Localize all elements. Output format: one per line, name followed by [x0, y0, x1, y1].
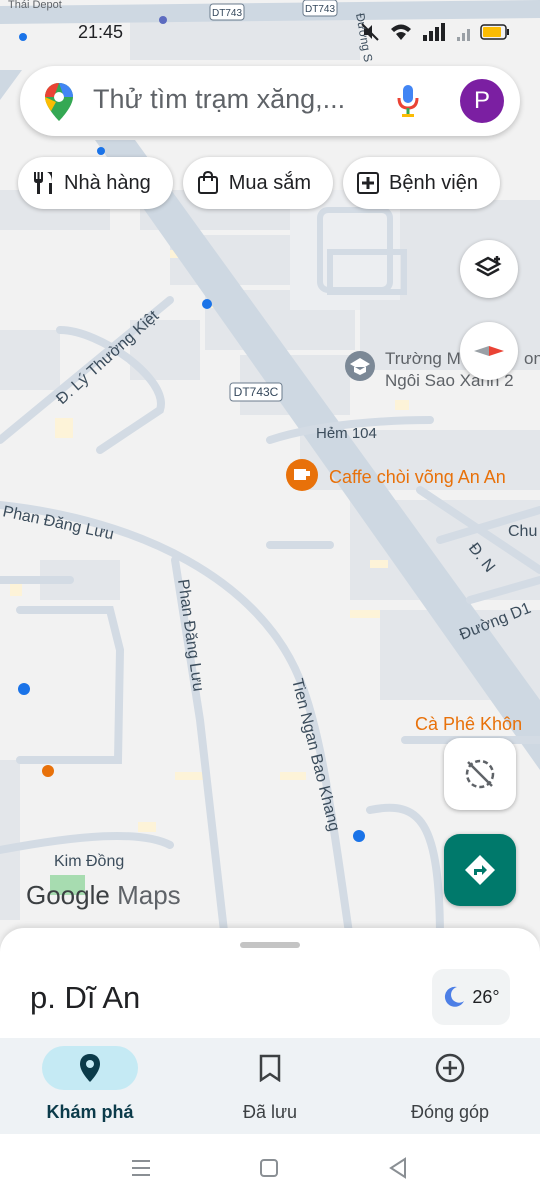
category-chips: Nhà hàng Mua sắm Bệnh viện: [18, 157, 500, 209]
bookmark-icon: [259, 1054, 281, 1082]
microphone-icon[interactable]: [396, 84, 420, 118]
chip-label: Bệnh viện: [389, 171, 478, 194]
system-navigation-bar: [0, 1140, 540, 1200]
maps-screen: DT743 DT743 Thái Depot DT743C Đ. Lý Thườ…: [0, 0, 540, 1200]
route-shield-dt743c: DT743C: [229, 382, 283, 402]
wifi-icon: [391, 24, 411, 40]
bottom-navigation: Khám phá Đã lưu Đóng góp: [0, 1038, 540, 1134]
location-pin-icon: [80, 1054, 100, 1082]
signal-2-icon: [457, 29, 470, 41]
restaurant-icon: [34, 172, 52, 194]
mute-icon: [361, 23, 379, 41]
street-label-hem-104: Hẻm 104: [316, 425, 377, 442]
weather-badge[interactable]: 26°: [432, 969, 510, 1025]
chip-label: Nhà hàng: [64, 171, 151, 194]
nav-label: Khám phá: [46, 1102, 134, 1122]
add-circle-icon: [435, 1053, 465, 1083]
weather-temperature: 26°: [472, 986, 500, 1007]
current-area-title: p. Dĩ An: [30, 980, 141, 1015]
chip-hospitals[interactable]: Bệnh viện: [343, 157, 500, 209]
directions-button[interactable]: [444, 834, 516, 906]
layers-button[interactable]: [460, 240, 518, 298]
nav-label: Đóng góp: [410, 1102, 490, 1122]
signal-icon: [423, 23, 445, 41]
status-bar: 21:45: [0, 0, 540, 60]
compass-icon: [474, 346, 504, 356]
status-time: 21:45: [78, 22, 124, 42]
directions-icon: [465, 855, 495, 885]
chip-label: Mua sắm: [228, 171, 311, 194]
account-avatar[interactable]: P: [460, 79, 504, 123]
layers-icon: [474, 256, 502, 277]
compass-button[interactable]: [460, 322, 518, 380]
bottom-sheet[interactable]: p. Dĩ An 26° Khám phá Đã lưu Đóng góp: [0, 928, 540, 1140]
chip-shopping[interactable]: Mua sắm: [182, 157, 333, 209]
svg-text:Caffe chòi võng An An: Caffe chòi võng An An: [329, 467, 506, 487]
my-location-button[interactable]: [444, 738, 516, 810]
svg-text:Trường M: Trường M: [385, 349, 461, 368]
battery-icon: [480, 24, 509, 40]
street-label-kim-dong: Kim Đồng: [54, 853, 124, 870]
google-maps-pin-icon: [45, 83, 73, 121]
search-bar[interactable]: Thử tìm trạm xăng,... P: [20, 66, 520, 136]
back-icon[interactable]: [388, 1157, 408, 1179]
nav-saved[interactable]: Đã lưu: [180, 1038, 360, 1134]
street-label-chu: Chu: [508, 523, 537, 540]
recent-apps-icon[interactable]: [130, 1158, 152, 1178]
sheet-drag-handle[interactable]: [240, 942, 300, 948]
location-disabled-icon: [465, 759, 495, 789]
search-placeholder[interactable]: Thử tìm trạm xăng,...: [93, 84, 383, 115]
nav-label: Đã lưu: [242, 1102, 298, 1122]
moon-icon: [445, 986, 465, 1007]
nav-explore[interactable]: Khám phá: [0, 1038, 180, 1134]
chip-restaurants[interactable]: Nhà hàng: [18, 157, 173, 209]
home-icon[interactable]: [259, 1158, 279, 1178]
hospital-icon: [357, 172, 379, 194]
nav-contribute[interactable]: Đóng góp: [360, 1038, 540, 1134]
shopping-bag-icon: [197, 171, 218, 194]
poi-cafe-khon[interactable]: Cà Phê Khôn: [415, 714, 522, 734]
google-maps-logo: Google Maps: [26, 880, 181, 910]
svg-text:DT743C: DT743C: [234, 385, 279, 399]
svg-text:on: on: [524, 349, 540, 368]
